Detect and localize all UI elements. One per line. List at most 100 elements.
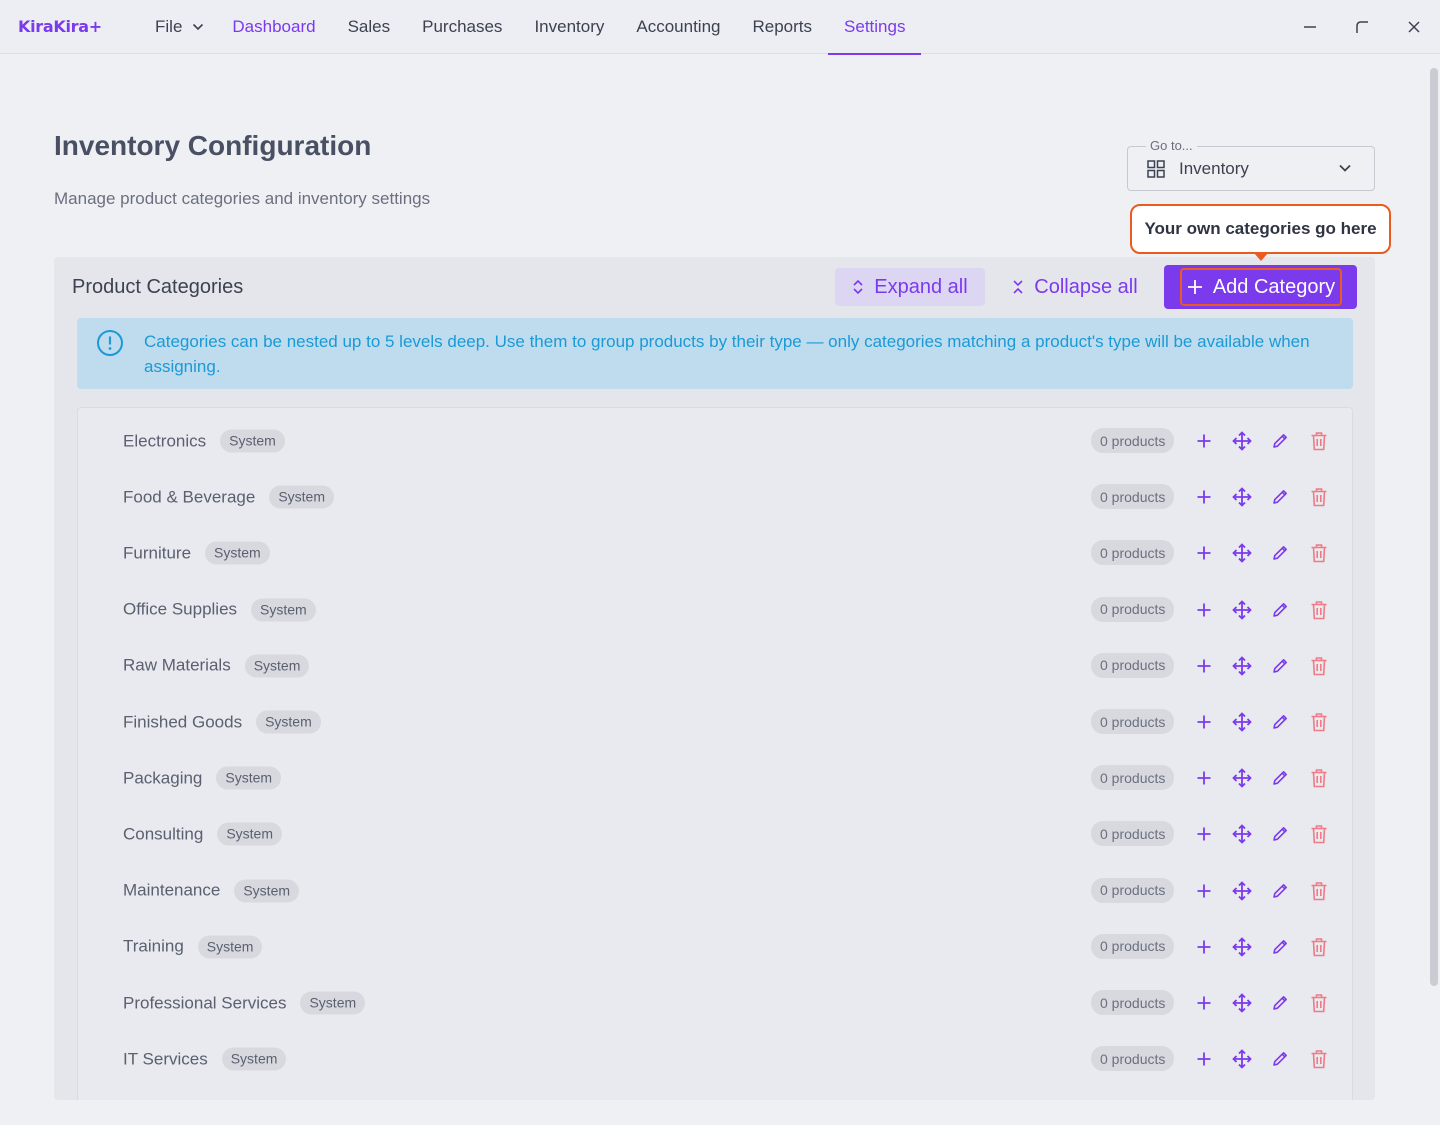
move-category-button[interactable] [1231,767,1253,789]
page-scrollbar[interactable] [1428,54,1440,1125]
category-row[interactable]: Maintenance System 0 products [78,867,1352,923]
system-badge: System [251,598,316,622]
edit-category-button[interactable] [1269,1048,1291,1070]
edit-category-button[interactable] [1269,486,1291,508]
scrollbar-thumb[interactable] [1430,68,1438,986]
category-row[interactable]: Food & Beverage System 0 products [78,473,1352,529]
delete-category-button[interactable] [1308,711,1330,733]
add-subcategory-button[interactable] [1193,599,1215,621]
move-icon [1232,656,1252,676]
delete-category-button[interactable] [1308,992,1330,1014]
edit-category-button[interactable] [1269,880,1291,902]
edit-category-button[interactable] [1269,655,1291,677]
delete-category-button[interactable] [1308,880,1330,902]
category-row[interactable]: Professional Services System 0 products [78,979,1352,1035]
grid-icon [1147,159,1165,178]
menu-dashboard[interactable]: Dashboard [216,0,331,54]
delete-category-button[interactable] [1308,1048,1330,1070]
move-category-button[interactable] [1231,1048,1253,1070]
expand-all-button[interactable]: Expand all [835,268,985,306]
move-category-button[interactable] [1231,542,1253,564]
edit-category-button[interactable] [1269,823,1291,845]
category-row[interactable]: Furniture System 0 products [78,529,1352,585]
add-subcategory-button[interactable] [1193,936,1215,958]
pencil-icon [1273,658,1287,673]
delete-category-button[interactable] [1308,430,1330,452]
trash-icon [1311,825,1327,844]
edit-category-button[interactable] [1269,992,1291,1014]
product-count-badge: 0 products [1091,652,1175,678]
menu-file[interactable]: File [139,0,216,54]
category-name: Electronics [123,431,207,450]
move-category-button[interactable] [1231,880,1253,902]
add-category-highlight[interactable]: Add Category [1180,268,1342,306]
add-subcategory-button[interactable] [1193,430,1215,452]
move-category-button[interactable] [1231,430,1253,452]
move-icon [1232,937,1252,957]
menu-inventory[interactable]: Inventory [518,0,620,54]
add-subcategory-button[interactable] [1193,1048,1215,1070]
add-subcategory-button[interactable] [1193,655,1215,677]
delete-category-button[interactable] [1308,823,1330,845]
move-category-button[interactable] [1231,711,1253,733]
category-name: Office Supplies [123,599,238,619]
minimize-button[interactable] [1284,0,1336,54]
move-category-button[interactable] [1231,823,1253,845]
title-bar: KiraKira+ File Dashboard Sales Purchases… [0,0,1440,55]
delete-category-button[interactable] [1308,486,1330,508]
trash-icon [1311,769,1327,788]
add-subcategory-button[interactable] [1193,767,1215,789]
add-subcategory-button[interactable] [1193,880,1215,902]
category-row[interactable]: Finished Goods System 0 products [78,698,1352,754]
category-name-group: IT Services System [123,1047,287,1071]
category-row[interactable]: Office Supplies System 0 products [78,586,1352,642]
menu-accounting[interactable]: Accounting [620,0,736,54]
restore-button[interactable] [1336,0,1388,54]
delete-category-button[interactable] [1308,542,1330,564]
category-row[interactable]: IT Services System 0 products [78,1035,1352,1091]
add-subcategory-button[interactable] [1193,542,1215,564]
move-category-button[interactable] [1231,992,1253,1014]
delete-category-button[interactable] [1308,599,1330,621]
category-row[interactable]: Electronics System 0 products [78,417,1352,473]
add-subcategory-button[interactable] [1193,992,1215,1014]
app-logo: KiraKira+ [18,17,102,36]
category-row[interactable]: Training System 0 products [78,923,1352,979]
menu-purchases[interactable]: Purchases [406,0,518,54]
edit-category-button[interactable] [1269,542,1291,564]
move-icon [1232,599,1252,620]
move-icon [1232,487,1252,507]
edit-category-button[interactable] [1269,767,1291,789]
category-row[interactable]: Consulting System 0 products [78,810,1352,866]
category-row[interactable]: Raw Materials System 0 products [78,642,1352,698]
add-subcategory-button[interactable] [1193,486,1215,508]
menu-reports[interactable]: Reports [737,0,829,54]
menu-settings[interactable]: Settings [828,0,922,55]
category-name: Raw Materials [123,655,231,675]
delete-category-button[interactable] [1308,655,1330,677]
edit-category-button[interactable] [1269,711,1291,733]
category-row[interactable]: Packaging System 0 products [78,754,1352,810]
edit-category-button[interactable] [1269,936,1291,958]
category-name: Training [123,936,184,956]
menu-sales[interactable]: Sales [332,0,407,54]
page-title: Inventory Configuration [54,130,372,161]
move-category-button[interactable] [1231,599,1253,621]
delete-category-button[interactable] [1308,767,1330,789]
plus-icon [1197,827,1211,841]
category-name: Consulting [123,824,204,844]
move-category-button[interactable] [1231,936,1253,958]
move-category-button[interactable] [1231,486,1253,508]
close-button[interactable] [1388,0,1440,54]
plus-icon [1197,715,1211,729]
delete-category-button[interactable] [1308,936,1330,958]
edit-category-button[interactable] [1269,430,1291,452]
move-category-button[interactable] [1231,655,1253,677]
collapse-all-button[interactable]: Collapse all [1000,268,1150,306]
plus-icon [1197,659,1211,673]
info-alert-text: Categories can be nested up to 5 levels … [144,332,1310,376]
add-subcategory-button[interactable] [1193,711,1215,733]
edit-category-button[interactable] [1269,599,1291,621]
goto-select[interactable]: Go to... Inventory [1127,138,1375,191]
add-subcategory-button[interactable] [1193,823,1215,845]
